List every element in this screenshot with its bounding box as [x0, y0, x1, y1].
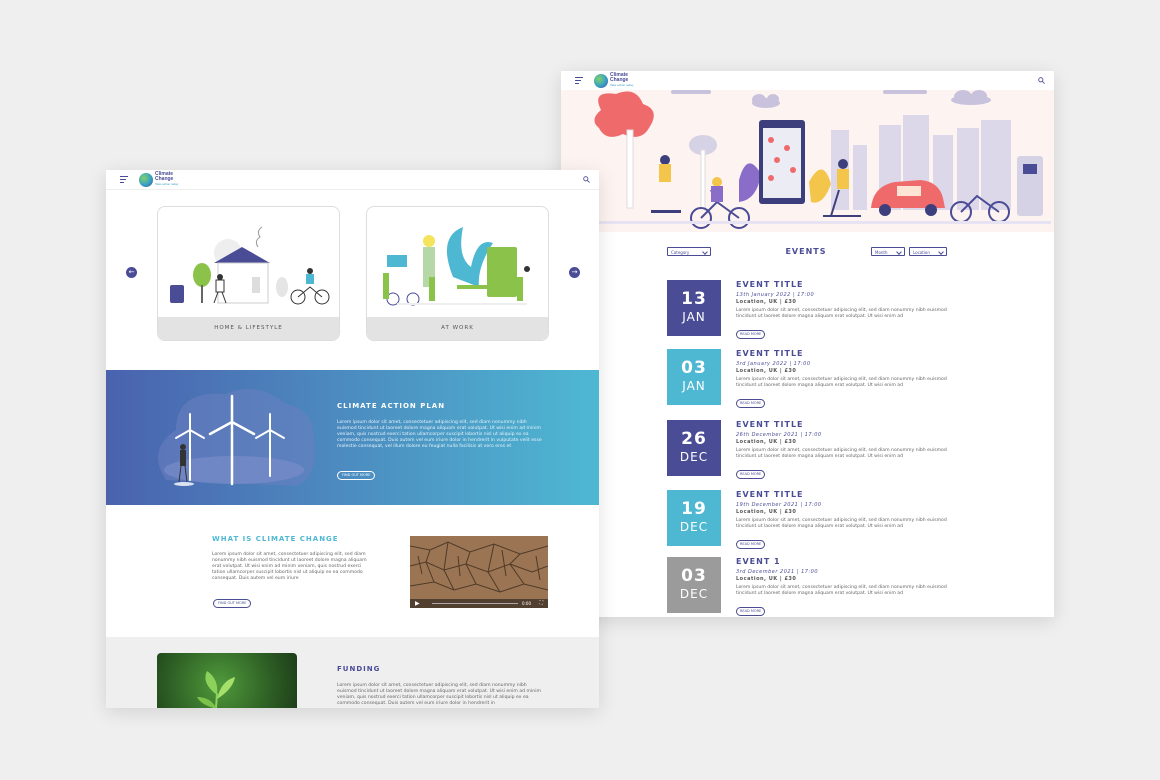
read-more-button[interactable]: READ MORE [736, 540, 766, 549]
video-time: 0:00 [522, 601, 531, 606]
section-text: Lorem ipsum dolor sit amet, consectetuer… [212, 552, 367, 581]
event-date-box: 26 DEC [667, 420, 721, 476]
event-day: 26 [681, 429, 707, 449]
event-location: Location, UK | £30 [736, 299, 797, 305]
event-description: Lorem ipsum dolor sit amet, consectetuer… [736, 448, 947, 459]
category-select-value: Category [671, 250, 690, 255]
seedling-image [157, 653, 297, 708]
event-date-box: 13 JAN [667, 280, 721, 336]
video-progress-bar[interactable] [432, 603, 518, 604]
section-text: Lorem ipsum dolor sit amet, consectetuer… [337, 683, 541, 706]
event-item: 03 JAN EVENT TITLE 3rd January 2022 | 17:0… [667, 349, 957, 408]
location-select[interactable]: Location [909, 247, 947, 256]
carousel-prev-button[interactable]: ← [126, 267, 137, 278]
funding-section: FUNDING Lorem ipsum dolor sit amet, cons… [106, 637, 599, 708]
climate-action-plan-section: CLIMATE ACTION PLAN Lorem ipsum dolor si… [106, 370, 599, 505]
event-description: Lorem ipsum dolor sit amet, consectetuer… [736, 518, 947, 529]
event-datetime: 19th December 2021 | 17:00 [736, 502, 822, 508]
event-item: 19 DEC EVENT TITLE 19th December 2021 | 17… [667, 490, 957, 549]
read-more-button[interactable]: READ MORE [736, 330, 766, 339]
menu-icon[interactable] [575, 77, 583, 84]
event-title[interactable]: EVENT TITLE [736, 490, 956, 500]
event-day: 03 [681, 566, 707, 586]
event-item: 13 JAN EVENT TITLE 13th January 2022 | 17:… [667, 280, 957, 339]
carousel-next-button[interactable]: → [569, 267, 580, 278]
event-date-box: 19 DEC [667, 490, 721, 546]
event-item: 26 DEC EVENT TITLE 26th December 2021 | 17… [667, 420, 957, 479]
logo-tagline: Take action today [610, 83, 634, 87]
arrow-right-icon: → [571, 268, 578, 276]
read-more-button[interactable]: READ MORE [736, 607, 766, 616]
event-date-box: 03 JAN [667, 349, 721, 405]
section-title: CLIMATE ACTION PLAN [337, 402, 446, 410]
section-title: WHAT IS CLIMATE CHANGE [212, 535, 339, 543]
arrow-left-icon: ← [128, 268, 135, 276]
cracked-earth-thumbnail [410, 536, 548, 608]
section-title: FUNDING [337, 665, 381, 673]
event-day: 03 [681, 358, 707, 378]
event-datetime: 3rd January 2022 | 17:00 [736, 361, 811, 367]
location-select-value: Location [913, 250, 930, 255]
event-month: JAN [682, 379, 706, 393]
month-select-value: Month [875, 250, 888, 255]
event-month: DEC [679, 450, 709, 464]
search-icon[interactable] [1038, 77, 1045, 84]
event-title[interactable]: EVENT TITLE [736, 420, 956, 430]
event-location: Location, UK | £30 [736, 509, 797, 515]
read-more-button[interactable]: READ MORE [736, 470, 766, 479]
event-location: Location, UK | £30 [736, 368, 797, 374]
event-datetime: 3rd December 2021 | 17:00 [736, 569, 819, 575]
category-card-work[interactable]: AT WORK [366, 206, 549, 341]
card-label: HOME & LIFESTYLE [158, 317, 339, 340]
event-month: DEC [679, 520, 709, 534]
category-select[interactable]: Category [667, 247, 711, 256]
event-title[interactable]: EVENT 1 [736, 557, 956, 567]
find-out-more-button[interactable]: FIND OUT MORE [337, 471, 376, 480]
menu-icon[interactable] [120, 176, 128, 183]
event-datetime: 13th January 2022 | 17:00 [736, 292, 815, 298]
event-location: Location, UK | £30 [736, 439, 797, 445]
video-player[interactable]: ▶ 0:00 ⛶ [410, 536, 548, 608]
hero-illustration [561, 90, 1054, 232]
event-title[interactable]: EVENT TITLE [736, 349, 956, 359]
globe-icon [594, 74, 608, 88]
top-nav: Climate Change Take action today [561, 71, 1054, 91]
home-lifestyle-illustration [170, 226, 330, 305]
events-page-mockup: Climate Change Take action today Categor… [561, 71, 1054, 617]
event-item: 03 DEC EVENT 1 3rd December 2021 | 17:00 Lo… [667, 557, 957, 616]
top-nav: Climate Change Take action today [106, 170, 599, 190]
event-day: 13 [681, 289, 707, 309]
search-icon[interactable] [583, 176, 590, 183]
play-icon[interactable]: ▶ [415, 600, 420, 607]
at-work-illustration [383, 227, 530, 306]
fullscreen-icon[interactable]: ⛶ [539, 600, 543, 606]
logo-tagline: Take action today [155, 182, 179, 186]
month-select[interactable]: Month [871, 247, 905, 256]
event-datetime: 26th December 2021 | 17:00 [736, 432, 822, 438]
event-day: 19 [681, 499, 707, 519]
home-page-mockup: Climate Change Take action today ← → HOME … [106, 170, 599, 708]
find-out-more-button[interactable]: FIND OUT MORE [213, 599, 252, 608]
read-more-button[interactable]: READ MORE [736, 399, 766, 408]
event-description: Lorem ipsum dolor sit amet, consectetuer… [736, 585, 947, 596]
globe-icon [139, 173, 153, 187]
event-description: Lorem ipsum dolor sit amet, consectetuer… [736, 377, 947, 388]
event-date-box: 03 DEC [667, 557, 721, 613]
section-text: Lorem ipsum dolor sit amet, consectetuer… [337, 420, 542, 449]
video-controls: ▶ 0:00 ⛶ [410, 599, 548, 608]
event-description: Lorem ipsum dolor sit amet, consectetuer… [736, 308, 947, 319]
category-card-home[interactable]: HOME & LIFESTYLE [157, 206, 340, 341]
event-month: DEC [679, 587, 709, 601]
event-month: JAN [682, 310, 706, 324]
card-label: AT WORK [367, 317, 548, 340]
event-title[interactable]: EVENT TITLE [736, 280, 956, 290]
wind-turbine-illustration [158, 388, 315, 486]
events-heading: EVENTS [785, 247, 827, 256]
event-location: Location, UK | £30 [736, 576, 797, 582]
